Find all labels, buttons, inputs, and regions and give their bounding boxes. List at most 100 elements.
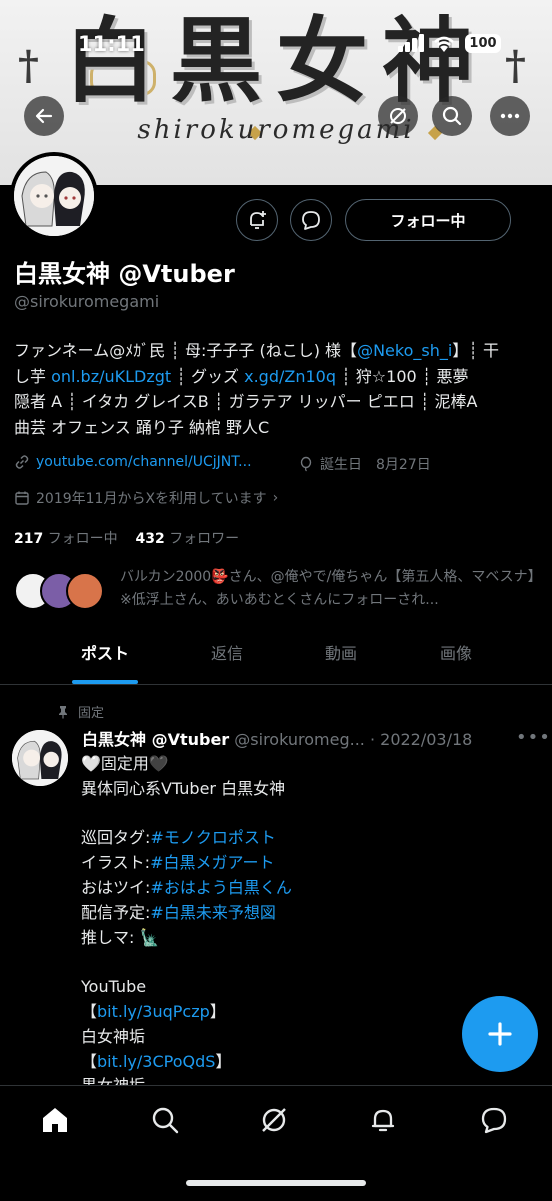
active-tab-indicator bbox=[72, 680, 138, 684]
compose-button[interactable] bbox=[462, 996, 538, 1072]
profile-name: 白黒女神 @Vtuber bbox=[14, 260, 235, 288]
text-line: 【bit.ly/3CPoQdS】 bbox=[81, 1050, 441, 1075]
nav-notifications[interactable] bbox=[353, 1100, 413, 1140]
text-line: おはツイ:#おはよう白黒くん bbox=[81, 876, 441, 901]
text-segment: 配信予定: bbox=[81, 902, 151, 922]
text-line: 隠者 A ┊ イタカ グレイスB ┊ ガラテア リッパー ピエロ ┊ 泥棒A bbox=[14, 389, 544, 415]
post-author-handle[interactable]: @sirokuromeg... bbox=[234, 730, 365, 749]
text-segment: おはツイ: bbox=[81, 877, 151, 897]
text-line: 曲芸 オフェンス 踊り子 納棺 野人C bbox=[14, 415, 544, 441]
text-segment: 白女神垢 bbox=[81, 1026, 146, 1046]
chat-bubble-icon bbox=[302, 211, 320, 230]
profile-link-row[interactable]: youtube.com/channel/UCjJNT... bbox=[14, 454, 252, 470]
text-line: 【bit.ly/3uqPczp】 bbox=[81, 1000, 441, 1025]
text-segment: し芋 bbox=[14, 366, 52, 386]
pinned-indicator: 固定 bbox=[56, 702, 104, 721]
nav-grok[interactable] bbox=[244, 1100, 304, 1140]
text-segment: 🤍固定用🖤 bbox=[81, 754, 169, 773]
text-segment: 【 bbox=[81, 1051, 98, 1071]
following-label: フォロー中 bbox=[47, 531, 118, 547]
profile-handle: @sirokuromegami bbox=[14, 292, 160, 311]
bell-plus-icon bbox=[250, 211, 266, 229]
inline-link[interactable]: bit.ly/3CPoQdS bbox=[97, 1052, 215, 1071]
text-line: YouTube bbox=[81, 975, 441, 1000]
profile-link[interactable]: youtube.com/channel/UCjJNT... bbox=[36, 454, 252, 470]
text-segment: 推しマ: 🗽 bbox=[81, 927, 160, 947]
inline-link[interactable]: #おはよう白黒くん bbox=[150, 878, 291, 897]
joined-row[interactable]: 2019年11月からXを利用しています › bbox=[14, 488, 278, 508]
inline-link[interactable]: @Neko_sh_i bbox=[357, 341, 452, 360]
link-icon bbox=[15, 455, 29, 469]
message-button[interactable] bbox=[290, 199, 332, 241]
pinned-label: 固定 bbox=[78, 706, 105, 721]
tab-videos[interactable]: 動画 bbox=[281, 630, 401, 684]
inline-link[interactable]: bit.ly/3uqPczp bbox=[97, 1002, 210, 1021]
post-more-icon[interactable]: ••• bbox=[516, 727, 551, 748]
plus-icon bbox=[488, 1022, 512, 1046]
chat-bubble-icon bbox=[481, 1107, 507, 1134]
tab-posts[interactable]: ポスト bbox=[45, 630, 165, 684]
more-button[interactable] bbox=[490, 96, 530, 136]
text-line bbox=[81, 950, 441, 975]
inline-link[interactable]: #白黒メガアート bbox=[150, 853, 274, 872]
followers-link[interactable]: 432 フォロワー bbox=[136, 531, 240, 547]
back-button[interactable] bbox=[24, 96, 64, 136]
nav-search[interactable] bbox=[135, 1100, 195, 1140]
inline-link[interactable]: x.gd/Zn10q bbox=[244, 367, 336, 386]
text-segment: ┊ グッズ bbox=[171, 366, 245, 386]
grok-icon bbox=[262, 1108, 286, 1132]
grok-icon bbox=[390, 108, 406, 124]
inline-link[interactable]: onl.bz/uKLDzgt bbox=[51, 367, 171, 386]
inline-link[interactable]: #白黒未来予想図 bbox=[150, 903, 275, 922]
text-segment: 】 bbox=[215, 1051, 232, 1071]
followers-you-know[interactable]: バルカン2000👺さん、@俺やで/俺ちゃん【第五人格、マベスナ】※低浮上さん、あ… bbox=[14, 566, 544, 624]
follow-counts: 217 フォロー中 432 フォロワー bbox=[14, 528, 239, 548]
signal-icon bbox=[398, 34, 424, 52]
search-button[interactable] bbox=[432, 96, 472, 136]
pin-icon bbox=[59, 705, 67, 718]
battery-icon: 100 bbox=[465, 34, 501, 53]
text-segment: 】┊ 干 bbox=[452, 341, 500, 360]
tab-replies[interactable]: 返信 bbox=[167, 630, 287, 684]
text-segment: 異体同心系VTuber 白黒女神 bbox=[81, 778, 286, 798]
text-line: 白女神垢 bbox=[81, 1025, 441, 1050]
birthday-row: 誕生日 8月27日 bbox=[298, 454, 431, 474]
profile-avatar[interactable] bbox=[10, 152, 98, 240]
wifi-icon bbox=[432, 34, 456, 54]
tab-images[interactable]: 画像 bbox=[396, 630, 516, 684]
more-icon bbox=[500, 113, 520, 119]
home-indicator bbox=[186, 1180, 366, 1186]
search-icon bbox=[152, 1107, 179, 1134]
birthday-text: 誕生日 8月27日 bbox=[320, 457, 431, 473]
text-line: 推しマ: 🗽 bbox=[81, 926, 441, 951]
post-date[interactable]: · 2022/03/18 bbox=[370, 730, 472, 749]
followed-by-text: バルカン2000👺さん、@俺やで/俺ちゃん【第五人格、マベスナ】※低浮上さん、あ… bbox=[120, 569, 535, 608]
post-author-name[interactable]: 白黒女神 @Vtuber bbox=[82, 730, 229, 749]
text-line: 🤍固定用🖤 bbox=[81, 752, 441, 777]
nav-home[interactable] bbox=[25, 1100, 85, 1140]
chevron-right-icon: › bbox=[272, 490, 279, 506]
following-button[interactable]: フォロー中 bbox=[345, 199, 511, 241]
text-line: し芋 onl.bz/uKLDzgt ┊ グッズ x.gd/Zn10q ┊ 狩☆1… bbox=[14, 364, 544, 390]
inline-link[interactable]: #モノクロポスト bbox=[150, 828, 275, 847]
text-line: 異体同心系VTuber 白黒女神 bbox=[81, 777, 441, 802]
text-segment: 】 bbox=[209, 1001, 226, 1021]
avatar bbox=[66, 572, 104, 610]
grok-button[interactable] bbox=[378, 96, 418, 136]
search-icon bbox=[442, 106, 462, 126]
text-line: 巡回タグ:#モノクロポスト bbox=[81, 826, 441, 851]
following-link[interactable]: 217 フォロー中 bbox=[14, 531, 118, 547]
text-segment: 【 bbox=[81, 1001, 98, 1021]
notifications-button[interactable] bbox=[236, 199, 278, 241]
following-count: 217 bbox=[14, 531, 44, 547]
status-time: 11:11 bbox=[78, 32, 145, 56]
balloon-icon bbox=[300, 456, 312, 472]
nav-messages[interactable] bbox=[464, 1100, 524, 1140]
followers-count: 432 bbox=[135, 531, 165, 547]
post-body: 🤍固定用🖤 異体同心系VTuber 白黒女神 巡回タグ:#モノクロポスト イラスト:#… bbox=[81, 752, 441, 1099]
text-segment: ファンネーム@ﾒｶﾞ民 ┊ 母:子子子 (ねこし) 様【 bbox=[14, 341, 358, 360]
post-avatar[interactable] bbox=[12, 730, 68, 786]
text-line: ファンネーム@ﾒｶﾞ民 ┊ 母:子子子 (ねこし) 様【@Neko_sh_i】┊… bbox=[14, 338, 544, 364]
text-segment: YouTube bbox=[81, 977, 147, 997]
profile-tabs: ポスト 返信 動画 画像 bbox=[0, 630, 552, 685]
